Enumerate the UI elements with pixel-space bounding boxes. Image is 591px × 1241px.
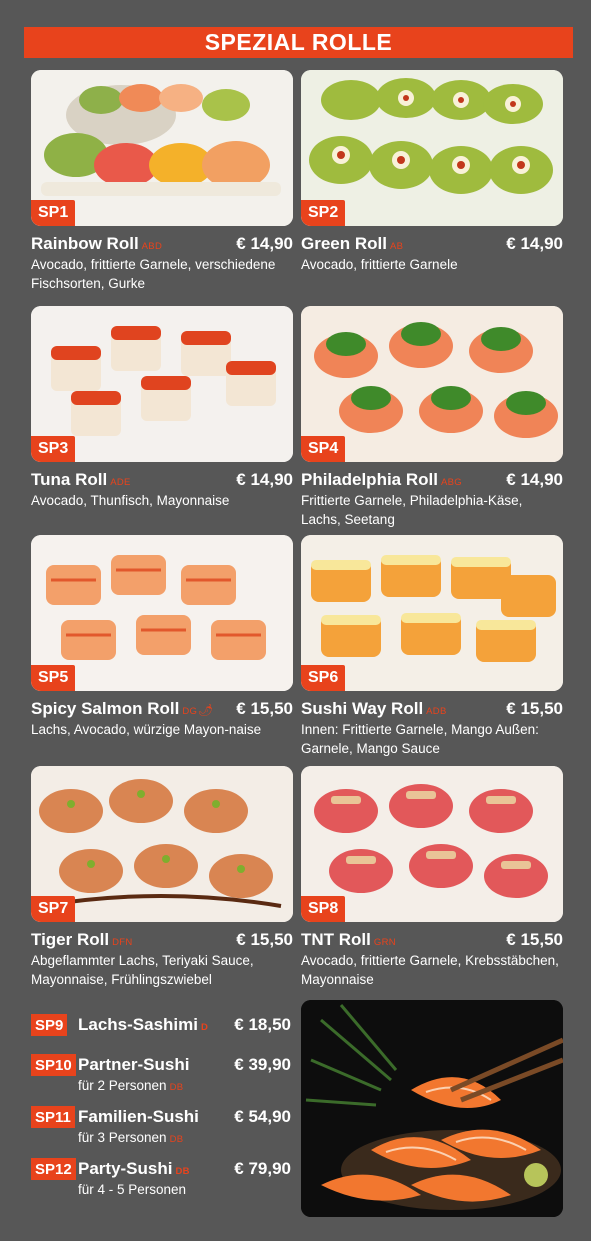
item-description: Avocado, frittierte Garnele: [301, 257, 458, 272]
item-description: Frittierte Garnele, Philadelphia-Käse, L…: [301, 493, 523, 527]
item-price: € 14,90: [236, 470, 293, 489]
tuna-roll-photo: SP3: [31, 306, 293, 462]
item-name: Tiger Roll: [31, 930, 110, 949]
item-code-badge: SP4: [301, 436, 346, 462]
item-code-badge: SP6: [301, 665, 346, 691]
item-description: Innen: Frittierte Garnele, Mango Außen: …: [301, 722, 539, 756]
tiger-roll-photo: SP7: [31, 766, 293, 922]
item-description: Avocado, frittierte Garnele, Krebsstäbch…: [301, 953, 559, 987]
item-code-badge: SP5: [31, 665, 76, 691]
spicy-salmon-roll-photo: SP5: [31, 535, 293, 691]
salmon-sashimi-photo: [301, 1000, 563, 1217]
list-item-sp11[interactable]: SP11 Familien-Sushi € 54,90 für 3 Person…: [31, 1106, 291, 1158]
item-code-badge: SP8: [301, 896, 346, 922]
item-description: Avocado, frittierte Garnele, verschieden…: [31, 257, 276, 291]
item-code-badge: SP11: [31, 1106, 75, 1128]
list-item-sp12[interactable]: SP12 Party-Sushi DB € 79,90 für 4 - 5 Per…: [31, 1158, 291, 1210]
item-name: Rainbow Roll: [31, 234, 139, 253]
item-name: TNT Roll: [301, 930, 371, 949]
item-name: Lachs-Sashimi: [78, 1015, 198, 1034]
item-code-badge: SP9: [31, 1014, 68, 1036]
item-serving: für 2 Personen: [78, 1078, 167, 1093]
item-price: € 15,50: [506, 699, 563, 718]
item-code-badge: SP12: [31, 1158, 76, 1180]
list-item-sp9[interactable]: SP9 Lachs-Sashimi D € 18,50: [31, 1014, 291, 1054]
item-name: Party-Sushi: [78, 1159, 173, 1178]
item-name: Green Roll: [301, 234, 387, 253]
sushi-way-roll-photo: SP6: [301, 535, 563, 691]
item-price: € 15,50: [236, 699, 293, 718]
item-name: Familien-Sushi: [78, 1107, 199, 1126]
menu-card-sp4[interactable]: SP4 Philadelphia Roll ABG € 14,90 Frittie…: [301, 306, 563, 529]
item-serving: für 4 - 5 Personen: [78, 1182, 187, 1197]
item-price: € 14,90: [506, 234, 563, 253]
menu-card-sp1[interactable]: SP1 Rainbow Roll ABD € 14,90 Avocado, fri…: [31, 70, 293, 293]
menu-card-sp3[interactable]: SP3 Tuna Roll ADE € 14,90 Avocado, Thunfi…: [31, 306, 293, 510]
item-code-badge: SP10: [31, 1054, 76, 1076]
section-banner: SPEZIAL ROLLE: [24, 27, 573, 58]
allergen-codes: DB: [169, 1082, 184, 1093]
green-roll-photo: SP2: [301, 70, 563, 226]
allergen-codes: DFN: [112, 937, 133, 948]
item-code-badge: SP1: [31, 200, 76, 226]
item-description: Lachs, Avocado, würzige Mayon-naise: [31, 722, 262, 737]
item-name: Philadelphia Roll: [301, 470, 438, 489]
allergen-codes: AB: [389, 241, 404, 252]
item-price: € 39,90: [234, 1055, 291, 1074]
menu-card-sp6[interactable]: SP6 Sushi Way Roll ADB € 15,50 Innen: Fri…: [301, 535, 563, 758]
menu-card-sp2[interactable]: SP2 Green Roll AB € 14,90 Avocado, fritti…: [301, 70, 563, 274]
item-serving: für 3 Personen: [78, 1130, 167, 1145]
allergen-codes: D: [201, 1022, 209, 1033]
item-price: € 18,50: [234, 1015, 291, 1034]
allergen-codes: DB: [169, 1134, 184, 1145]
item-name: Sushi Way Roll: [301, 699, 424, 718]
section-title: SPEZIAL ROLLE: [204, 29, 393, 55]
item-name: Partner-Sushi: [78, 1055, 190, 1074]
chili-icon: 🌶: [198, 703, 214, 717]
item-price: € 15,50: [236, 930, 293, 949]
allergen-codes: ABG: [440, 477, 462, 488]
platter-list: SP9 Lachs-Sashimi D € 18,50 SP10 Partner-…: [31, 1014, 291, 1210]
item-price: € 54,90: [234, 1107, 291, 1126]
menu-card-sp5[interactable]: SP5 Spicy Salmon Roll DG🌶 € 15,50 Lachs, …: [31, 535, 293, 739]
item-description: Avocado, Thunfisch, Mayonnaise: [31, 493, 230, 508]
allergen-codes: DB: [175, 1166, 190, 1177]
item-price: € 15,50: [506, 930, 563, 949]
menu-card-sp8[interactable]: SP8 TNT Roll GRN € 15,50 Avocado, frittie…: [301, 766, 563, 989]
item-price: € 79,90: [234, 1159, 291, 1178]
allergen-codes: ADE: [110, 477, 131, 488]
item-name: Spicy Salmon Roll: [31, 699, 180, 718]
item-code-badge: SP3: [31, 436, 76, 462]
item-name: Tuna Roll: [31, 470, 108, 489]
allergen-codes: ABD: [141, 241, 163, 252]
item-code-badge: SP2: [301, 200, 346, 226]
tnt-roll-photo: SP8: [301, 766, 563, 922]
allergen-codes: ADB: [426, 706, 447, 717]
menu-card-sp7[interactable]: SP7 Tiger Roll DFN € 15,50 Abgeflammter L…: [31, 766, 293, 989]
item-price: € 14,90: [236, 234, 293, 253]
allergen-codes: GRN: [373, 937, 396, 948]
item-code-badge: SP7: [31, 896, 76, 922]
philadelphia-roll-photo: SP4: [301, 306, 563, 462]
rainbow-roll-photo: SP1: [31, 70, 293, 226]
item-price: € 14,90: [506, 470, 563, 489]
allergen-codes: DG: [182, 706, 198, 717]
list-item-sp10[interactable]: SP10 Partner-Sushi € 39,90 für 2 Persone…: [31, 1054, 291, 1106]
item-description: Abgeflammter Lachs, Teriyaki Sauce, Mayo…: [31, 953, 254, 987]
